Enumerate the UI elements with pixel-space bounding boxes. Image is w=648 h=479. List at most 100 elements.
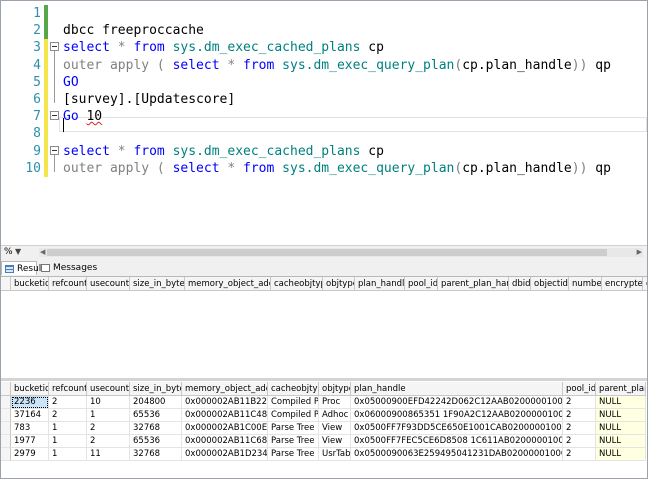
table-cell[interactable]: Parse Tree bbox=[268, 448, 319, 461]
row-header[interactable] bbox=[1, 448, 11, 461]
table-cell[interactable]: 0x000002AB1D234060 bbox=[182, 448, 268, 461]
table-cell[interactable]: 2 bbox=[563, 435, 596, 448]
table-cell[interactable]: 65536 bbox=[130, 409, 182, 422]
table-cell[interactable]: 1 bbox=[87, 409, 130, 422]
column-header[interactable]: objtype bbox=[319, 382, 351, 396]
scrollbar-thumb[interactable] bbox=[47, 249, 607, 256]
scroll-left-icon[interactable]: ◀ bbox=[40, 248, 45, 257]
grid-corner[interactable] bbox=[1, 277, 11, 291]
row-header[interactable] bbox=[1, 409, 11, 422]
table-cell[interactable]: View bbox=[319, 435, 351, 448]
table-cell[interactable]: 1977 bbox=[11, 435, 49, 448]
table-cell[interactable]: 0x0500FF7F93DD5CE650E1001CAB020000010000… bbox=[351, 422, 563, 435]
result-grid-2[interactable]: bucketidrefcountsusecountssize_in_bytesm… bbox=[1, 382, 647, 478]
column-header[interactable]: usecounts bbox=[87, 277, 130, 291]
column-header[interactable]: bucketid bbox=[11, 382, 49, 396]
column-header[interactable]: memory_object_address bbox=[182, 382, 268, 396]
table-cell[interactable]: Adhoc bbox=[319, 409, 351, 422]
code-line[interactable]: select * from sys.dm_exec_cached_plans c… bbox=[63, 143, 384, 160]
column-header[interactable]: pool_id bbox=[405, 277, 438, 291]
code-line[interactable]: GO bbox=[63, 74, 79, 91]
grid-corner[interactable] bbox=[1, 382, 11, 396]
column-header[interactable]: memory_object_address bbox=[185, 277, 271, 291]
result-grid-1[interactable]: bucketidrefcountsusecountssize_in_bytesm… bbox=[1, 277, 647, 378]
table-cell[interactable]: 2 bbox=[49, 409, 87, 422]
column-header[interactable]: number bbox=[569, 277, 602, 291]
table-cell[interactable]: 0x05000900EFD42242D062C12AAB020000010000… bbox=[351, 396, 563, 409]
column-header[interactable]: usecounts bbox=[87, 382, 130, 396]
collapse-region-icon[interactable] bbox=[50, 145, 59, 155]
table-cell[interactable]: 0x0500090063E259495041231DAB020000010000… bbox=[351, 448, 563, 461]
column-header[interactable]: size_in_bytes bbox=[130, 277, 185, 291]
table-cell[interactable]: 32768 bbox=[130, 448, 182, 461]
collapse-region-icon[interactable] bbox=[50, 111, 59, 121]
column-header[interactable]: size_in_bytes bbox=[130, 382, 182, 396]
table-cell[interactable]: 10 bbox=[87, 396, 130, 409]
column-header[interactable]: parent_plan_h bbox=[596, 382, 646, 396]
column-header[interactable]: plan_handle bbox=[351, 382, 563, 396]
table-cell[interactable]: NULL bbox=[596, 435, 646, 448]
table-cell[interactable]: 65536 bbox=[130, 435, 182, 448]
table-cell[interactable]: 0x000002AB11C68060 bbox=[182, 435, 268, 448]
zoom-level[interactable]: % bbox=[4, 247, 13, 257]
column-header[interactable]: bucketid bbox=[11, 277, 49, 291]
grid-splitter[interactable] bbox=[1, 378, 647, 381]
code-line[interactable]: dbcc freeproccache bbox=[63, 22, 204, 39]
row-header[interactable] bbox=[1, 396, 11, 409]
table-cell[interactable]: 0x000002AB1C00E060 bbox=[182, 422, 268, 435]
table-cell[interactable]: Compiled Plan bbox=[268, 396, 319, 409]
table-cell[interactable]: Compiled Plan bbox=[268, 409, 319, 422]
column-header[interactable]: cacheobjtype bbox=[271, 277, 323, 291]
column-header[interactable]: refcounts bbox=[49, 382, 87, 396]
table-cell[interactable]: 204800 bbox=[130, 396, 182, 409]
table-cell[interactable]: 2236 bbox=[11, 396, 49, 409]
column-header[interactable]: q bbox=[643, 277, 647, 291]
row-header[interactable] bbox=[1, 435, 11, 448]
table-cell[interactable]: 2 bbox=[49, 396, 87, 409]
table-cell[interactable]: NULL bbox=[596, 396, 646, 409]
table-cell[interactable]: 0x0500FF7FEC5CE6D8508 1C611AB02000001000… bbox=[351, 435, 563, 448]
table-cell[interactable]: 1 bbox=[49, 448, 87, 461]
table-cell[interactable]: 2 bbox=[563, 409, 596, 422]
query-editor[interactable]: 1 2 3 4 5 6 7 8 9 10 dbcc freeproccache select * f… bbox=[1, 1, 647, 245]
table-cell[interactable]: 2979 bbox=[11, 448, 49, 461]
table-cell[interactable]: 1 bbox=[49, 422, 87, 435]
table-cell[interactable]: 0x000002AB11B22060 bbox=[182, 396, 268, 409]
zoom-dropdown-icon[interactable]: ▼ bbox=[15, 247, 21, 256]
tab-results[interactable]: Results bbox=[1, 261, 50, 275]
table-cell[interactable]: 783 bbox=[11, 422, 49, 435]
table-cell[interactable]: 2 bbox=[87, 435, 130, 448]
column-header[interactable]: objtype bbox=[323, 277, 355, 291]
collapse-region-icon[interactable] bbox=[50, 42, 59, 52]
table-cell[interactable]: UsrTab bbox=[319, 448, 351, 461]
tab-messages[interactable]: Messages bbox=[38, 261, 97, 275]
editor-horizontal-scrollbar[interactable]: ◀ ▶ bbox=[39, 248, 643, 257]
table-cell[interactable]: 37164 bbox=[11, 409, 49, 422]
table-cell[interactable]: 11 bbox=[87, 448, 130, 461]
table-cell[interactable]: View bbox=[319, 422, 351, 435]
table-cell[interactable]: NULL bbox=[596, 448, 646, 461]
column-header[interactable]: plan_handle bbox=[355, 277, 405, 291]
table-cell[interactable]: 32768 bbox=[130, 422, 182, 435]
column-header[interactable]: objectid bbox=[531, 277, 569, 291]
table-cell[interactable]: 2 bbox=[563, 396, 596, 409]
table-cell[interactable]: NULL bbox=[596, 422, 646, 435]
table-cell[interactable]: 0x000002AB11C48060 bbox=[182, 409, 268, 422]
table-cell[interactable]: 0x06000900865351 1F90A2C12AAB02000001000… bbox=[351, 409, 563, 422]
code-line[interactable]: outer apply ( select * from sys.dm_exec_… bbox=[63, 160, 611, 177]
table-cell[interactable]: Parse Tree bbox=[268, 435, 319, 448]
table-cell[interactable]: 2 bbox=[563, 422, 596, 435]
column-header[interactable]: parent_plan_handle bbox=[438, 277, 509, 291]
code-line[interactable]: select * from sys.dm_exec_cached_plans c… bbox=[63, 39, 384, 56]
column-header[interactable]: cacheobjtype bbox=[268, 382, 319, 396]
code-line[interactable]: [survey].[Updatescore] bbox=[63, 91, 235, 108]
column-header[interactable]: refcounts bbox=[49, 277, 87, 291]
row-header[interactable] bbox=[1, 422, 11, 435]
column-header[interactable]: pool_id bbox=[563, 382, 596, 396]
table-cell[interactable]: Proc bbox=[319, 396, 351, 409]
table-cell[interactable]: Parse Tree bbox=[268, 422, 319, 435]
column-header[interactable]: encrypted bbox=[602, 277, 643, 291]
code-line[interactable]: Go 10 bbox=[63, 108, 102, 125]
scroll-right-icon[interactable]: ▶ bbox=[637, 248, 642, 257]
table-cell[interactable]: 1 bbox=[49, 435, 87, 448]
